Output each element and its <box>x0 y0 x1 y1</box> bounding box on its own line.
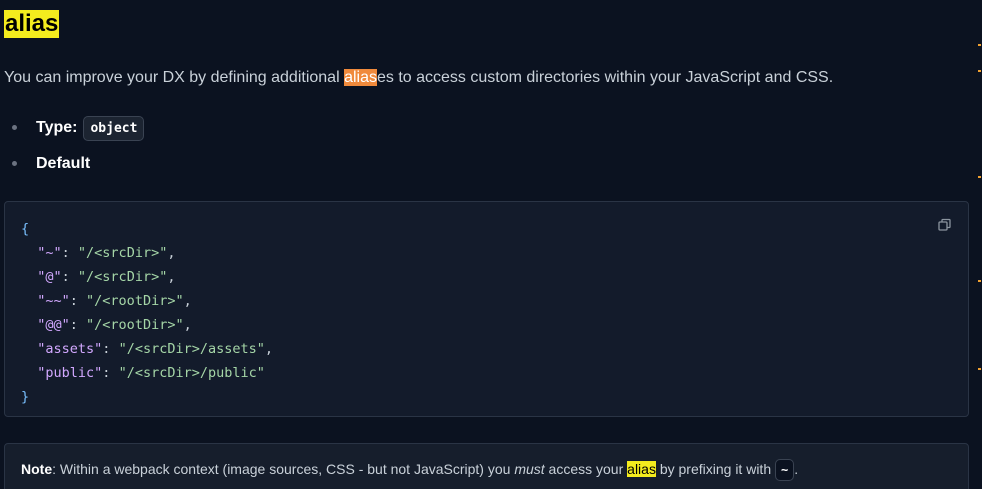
tilde-code: ~ <box>775 459 795 481</box>
type-label: Type <box>36 119 73 136</box>
code-key: "~~" <box>37 293 70 309</box>
code-trail: , <box>183 293 192 309</box>
scrollbar-match-marker[interactable] <box>978 176 981 178</box>
note-text: : Within a webpack context (image source… <box>52 461 515 477</box>
code-content[interactable]: { "~": "/<srcDir>", "@": "/<srcDir>", "~… <box>21 217 273 409</box>
code-value: "/<rootDir>" <box>86 317 184 333</box>
code-line: "@@": "/<rootDir>", <box>37 317 192 333</box>
copy-button[interactable] <box>938 218 952 232</box>
property-type: Type: object <box>0 110 145 146</box>
copy-icon <box>938 218 951 231</box>
code-trail: , <box>167 269 176 285</box>
note-text: by prefixing it with <box>655 461 776 477</box>
code-close-brace: } <box>21 389 30 405</box>
note-text: . <box>794 461 799 477</box>
intro-paragraph: You can improve your DX by defining addi… <box>4 67 833 89</box>
code-line: "assets": "/<srcDir>/assets", <box>37 341 274 357</box>
docs-page: alias You can improve your DX by definin… <box>0 0 982 489</box>
code-trail: , <box>167 245 176 261</box>
scrollbar-match-marker[interactable] <box>978 280 981 282</box>
note-callout: Note: Within a webpack context (image so… <box>4 443 969 489</box>
type-separator: : <box>72 119 78 136</box>
property-list: Type: object Default <box>0 110 145 182</box>
code-line: "~~": "/<rootDir>", <box>37 293 192 309</box>
code-key: "~" <box>37 245 62 261</box>
note-label: Note <box>21 461 53 477</box>
code-line: "~": "/<srcDir>", <box>37 245 176 261</box>
code-line: "@": "/<srcDir>", <box>37 269 176 285</box>
search-highlight-current: alias <box>344 69 377 86</box>
search-highlight: alias <box>627 461 656 477</box>
bullet-dot <box>12 161 17 166</box>
code-key: "@" <box>37 269 62 285</box>
bullet-dot <box>12 125 17 130</box>
property-default: Default <box>0 146 144 182</box>
intro-text-after: es to access custom directories within y… <box>376 69 834 86</box>
scrollbar-match-marker[interactable] <box>978 368 981 370</box>
code-value: "/<srcDir>/public" <box>118 365 265 381</box>
code-key: "public" <box>37 365 103 381</box>
code-value: "/<rootDir>" <box>86 293 184 309</box>
scrollbar-match-marker[interactable] <box>978 44 981 46</box>
code-key: "assets" <box>37 341 103 357</box>
code-block[interactable]: { "~": "/<srcDir>", "@": "/<srcDir>", "~… <box>4 201 969 417</box>
note-text: access your <box>544 461 628 477</box>
code-open-brace: { <box>21 221 30 237</box>
code-value: "/<srcDir>" <box>77 245 168 261</box>
scrollbar-match-marker[interactable] <box>978 70 981 72</box>
code-key: "@@" <box>37 317 70 333</box>
code-value: "/<srcDir>" <box>77 269 168 285</box>
intro-text-before: You can improve your DX by defining addi… <box>4 69 345 86</box>
code-value: "/<srcDir>/assets" <box>118 341 265 357</box>
code-trail: , <box>264 341 274 357</box>
note-emphasis: must <box>514 461 545 477</box>
type-value: object <box>83 115 145 141</box>
code-line: "public": "/<srcDir>/public" <box>37 365 265 381</box>
section-heading: alias <box>4 10 60 38</box>
default-label: Default <box>36 155 91 172</box>
code-trail: , <box>183 317 192 333</box>
